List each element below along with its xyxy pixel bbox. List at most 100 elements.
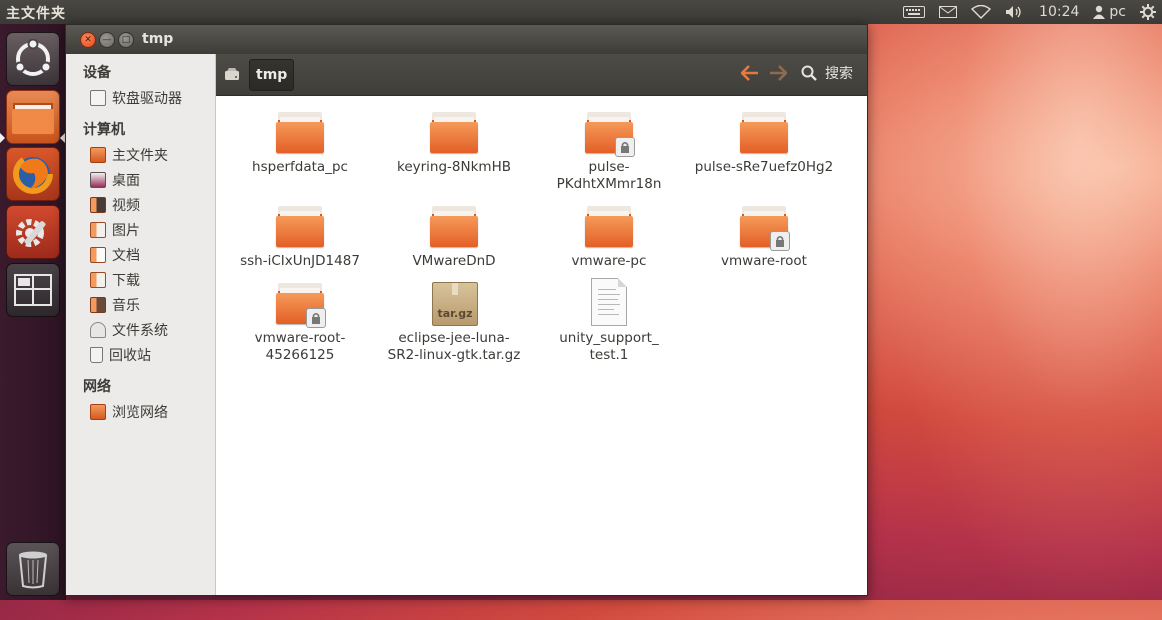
wifi-icon[interactable] (971, 5, 992, 19)
sidebar-item-label: 下载 (112, 273, 140, 289)
file-item[interactable]: unity_support_ test.1 (539, 278, 679, 364)
workspace-switcher-icon (14, 274, 52, 306)
firefox-icon (13, 154, 53, 194)
file-name: vmware-pc (571, 253, 647, 269)
sidebar-item-label: 主文件夹 (112, 148, 168, 164)
window-titlebar[interactable]: ✕ — □ tmp (66, 25, 867, 54)
file-item[interactable]: pulse- PKdhtXMmr18n (539, 111, 679, 193)
clock[interactable]: 10:24 (1039, 4, 1079, 20)
network-icon (90, 404, 106, 420)
search-button[interactable]: 搜索 (801, 63, 853, 83)
maximize-button[interactable]: □ (118, 32, 134, 48)
sidebar-item-documents[interactable]: 文档 (90, 244, 140, 266)
desktop-wallpaper (870, 20, 1162, 620)
folder-icon (12, 103, 54, 134)
launcher-files-button[interactable] (6, 90, 60, 144)
back-arrow-icon[interactable] (741, 65, 759, 81)
indicator-area: 10:24 pc (903, 0, 1156, 24)
forward-arrow-icon[interactable] (769, 65, 787, 81)
file-item[interactable]: vmware-pc (539, 205, 679, 270)
file-item[interactable]: vmware-root (694, 205, 834, 270)
file-name-line: SR2-linux-gtk.tar.gz (387, 347, 521, 363)
lock-icon (615, 137, 635, 157)
file-name-line: pulse- (588, 159, 630, 175)
maximize-icon: □ (121, 34, 131, 45)
keyboard-icon[interactable] (903, 6, 926, 18)
file-item[interactable]: keyring-8NkmHB (384, 111, 524, 176)
dash-home-button[interactable] (6, 32, 60, 86)
folder-icon (585, 205, 633, 249)
documents-icon (90, 247, 106, 263)
close-button[interactable]: ✕ (80, 32, 96, 48)
search-label: 搜索 (825, 66, 853, 82)
text-file-icon (585, 278, 633, 326)
music-icon (90, 297, 106, 313)
launcher-trash-button[interactable] (6, 542, 60, 596)
file-item[interactable]: VMwareDnD (384, 205, 524, 270)
launcher (0, 24, 66, 600)
user-icon (1093, 5, 1106, 19)
sidebar-item-label: 浏览网络 (112, 405, 168, 421)
sidebar-item-home[interactable]: 主文件夹 (90, 144, 168, 166)
file-name-line: eclipse-jee-luna- (398, 330, 510, 346)
sidebar-item-label: 文件系统 (112, 323, 168, 339)
file-item[interactable]: pulse-sRe7uefz0Hg2 (694, 111, 834, 176)
file-item[interactable]: ssh-iCIxUnJD1487 (230, 205, 370, 270)
file-name-line: unity_support_ (559, 330, 659, 346)
volume-icon[interactable] (1005, 5, 1025, 19)
launcher-firefox-button[interactable] (6, 147, 60, 201)
sidebar-item-videos[interactable]: 视频 (90, 194, 140, 216)
file-name: ssh-iCIxUnJD1487 (240, 253, 360, 269)
video-icon (90, 197, 106, 213)
folder-icon (276, 111, 324, 155)
file-name-line: vmware-root- (254, 330, 346, 346)
minimize-button[interactable]: — (99, 32, 115, 48)
top-panel: 主文件夹 10:24 pc (0, 0, 1162, 24)
filesystem-icon (90, 322, 106, 338)
search-icon (801, 65, 817, 81)
lock-icon (306, 308, 326, 328)
archive-label: tar.gz (437, 307, 473, 320)
folder-icon (430, 205, 478, 249)
drive-icon[interactable] (224, 67, 240, 81)
sidebar-item-downloads[interactable]: 下载 (90, 269, 140, 291)
places-sidebar: 设备 软盘驱动器 计算机 主文件夹 桌面 视频 图片 文档 下载 音乐 文件系统… (66, 54, 216, 595)
launcher-system-settings-button[interactable] (6, 205, 60, 259)
sidebar-item-floppy[interactable]: 软盘驱动器 (90, 87, 182, 109)
file-item[interactable]: tar.gz eclipse-jee-luna- SR2-linux-gtk.t… (384, 282, 524, 364)
sidebar-item-desktop[interactable]: 桌面 (90, 169, 140, 191)
file-name: pulse-sRe7uefz0Hg2 (694, 159, 834, 175)
archive-icon: tar.gz (430, 282, 478, 326)
launcher-running-indicator (0, 133, 5, 143)
sidebar-item-browse-network[interactable]: 浏览网络 (90, 401, 168, 423)
settings-gear-icon[interactable] (1140, 4, 1156, 20)
pictures-icon (90, 222, 106, 238)
downloads-icon (90, 272, 106, 288)
user-name: pc (1109, 4, 1126, 20)
file-item[interactable]: hsperfdata_pc (230, 111, 370, 176)
user-menu[interactable]: pc (1093, 4, 1126, 20)
launcher-workspace-switcher-button[interactable] (6, 263, 60, 317)
folder-icon (585, 111, 635, 157)
sidebar-item-label: 音乐 (112, 298, 140, 314)
home-folder-icon (90, 147, 106, 163)
sidebar-item-label: 回收站 (109, 348, 151, 364)
file-item[interactable]: vmware-root- 45266125 (230, 282, 370, 364)
close-icon: ✕ (84, 34, 92, 45)
trash-icon (18, 551, 48, 589)
sidebar-item-label: 图片 (112, 223, 140, 239)
mail-icon[interactable] (939, 6, 958, 18)
sidebar-item-label: 桌面 (112, 173, 140, 189)
sidebar-heading-devices: 设备 (83, 65, 111, 81)
sidebar-item-pictures[interactable]: 图片 (90, 219, 140, 241)
folder-icon (276, 282, 326, 328)
sidebar-item-music[interactable]: 音乐 (90, 294, 140, 316)
lock-icon (770, 231, 790, 251)
path-button-tmp[interactable]: tmp (249, 59, 295, 91)
sidebar-item-trash[interactable]: 回收站 (90, 344, 151, 366)
sidebar-item-filesystem[interactable]: 文件系统 (90, 319, 168, 341)
folder-icon (430, 111, 478, 155)
file-grid: hsperfdata_pc keyring-8NkmHB pulse- PKdh… (216, 96, 867, 595)
file-name: VMwareDnD (412, 253, 496, 269)
minimize-icon: — (102, 34, 112, 45)
